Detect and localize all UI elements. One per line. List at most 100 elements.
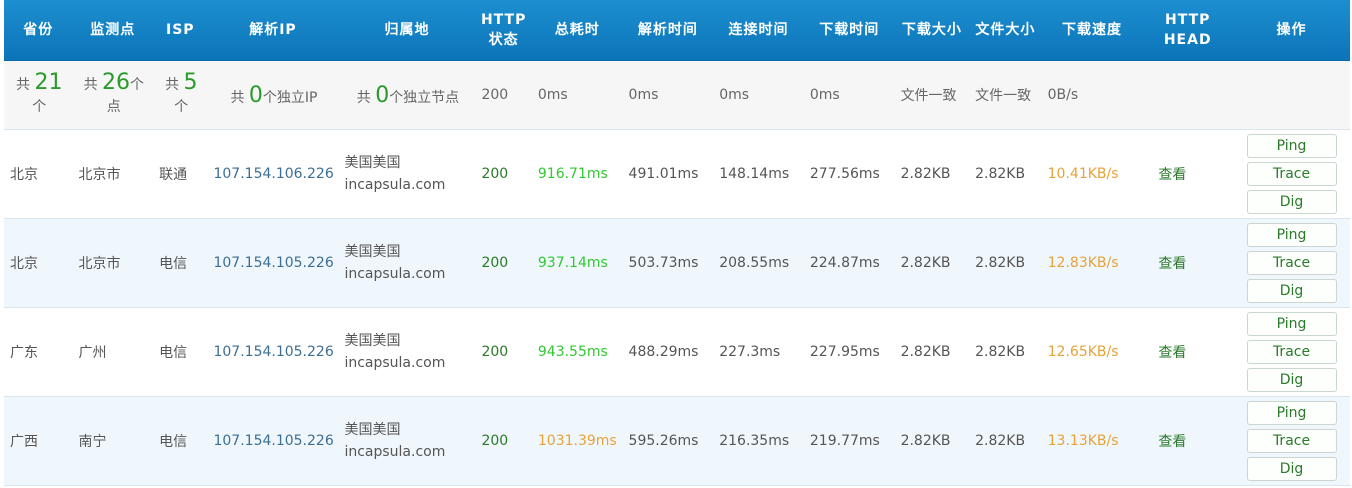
summary-province: 共 21 个	[4, 60, 73, 130]
cell-file-size: 2.82KB	[969, 307, 1042, 397]
cell-resolve-time: 503.73ms	[622, 218, 714, 308]
header-isp: ISP	[153, 0, 208, 61]
cell-actions: Ping Trace Dig	[1233, 307, 1350, 397]
ping-button[interactable]: Ping	[1246, 134, 1337, 158]
header-download-size: 下载大小	[894, 0, 970, 61]
cell-download-size: 2.82KB	[894, 129, 970, 219]
cell-isp: 联通	[153, 129, 208, 219]
cell-connect-time: 227.3ms	[713, 307, 804, 397]
cell-download-time: 277.56ms	[803, 129, 895, 219]
cell-resolve-time: 595.26ms	[622, 396, 714, 486]
summary-node: 共 0个独立节点	[338, 60, 476, 130]
table-row: 北京 北京市 电信 107.154.105.226 美国美国 incapsula.com 2…	[4, 218, 1350, 308]
summary-file-size: 文件一致	[969, 60, 1042, 130]
header-download-time: 下载时间	[803, 0, 895, 61]
location-org: incapsula.com	[344, 266, 446, 282]
header-file-size: 文件大小	[969, 0, 1042, 61]
header-connect-time: 连接时间	[713, 0, 804, 61]
header-actions: 操作	[1233, 0, 1350, 61]
location-org: incapsula.com	[344, 444, 446, 460]
cell-isp: 电信	[153, 307, 208, 397]
summary-actions	[1233, 60, 1350, 130]
cell-http-status: 200	[475, 307, 532, 397]
cell-total-time: 937.14ms	[531, 218, 623, 308]
cell-download-size: 2.82KB	[894, 307, 970, 397]
cell-location: 美国美国 incapsula.com	[338, 129, 476, 219]
header-download-speed: 下载速度	[1041, 0, 1143, 61]
summary-ip: 共 0个独立IP	[207, 60, 339, 130]
cell-total-time: 943.55ms	[531, 307, 623, 397]
cell-total-time: 1031.39ms	[531, 396, 623, 486]
cell-monitor: 北京市	[72, 218, 154, 308]
dig-button[interactable]: Dig	[1246, 190, 1337, 214]
cell-file-size: 2.82KB	[969, 396, 1042, 486]
header-resolve-time: 解析时间	[622, 0, 714, 61]
cell-http-status: 200	[475, 218, 532, 308]
location-country: 美国美国	[344, 244, 401, 260]
cell-isp: 电信	[153, 396, 208, 486]
location-org: incapsula.com	[344, 355, 446, 371]
summary-isp: 共 5 个	[153, 60, 208, 130]
dig-button[interactable]: Dig	[1246, 368, 1337, 392]
dig-button[interactable]: Dig	[1246, 457, 1337, 481]
dig-button[interactable]: Dig	[1246, 279, 1337, 303]
ping-button[interactable]: Ping	[1246, 312, 1337, 336]
cell-province: 广西	[4, 396, 73, 486]
cell-http-head: 查看	[1142, 307, 1234, 397]
header-resolved-ip: 解析IP	[207, 0, 339, 61]
summary-total-time: 0ms	[531, 60, 623, 130]
cell-ip: 107.154.105.226	[207, 218, 339, 308]
cell-province: 广东	[4, 307, 73, 397]
ping-button[interactable]: Ping	[1246, 401, 1337, 425]
location-country: 美国美国	[344, 422, 401, 438]
cell-file-size: 2.82KB	[969, 129, 1042, 219]
cell-location: 美国美国 incapsula.com	[338, 307, 476, 397]
location-country: 美国美国	[344, 333, 401, 349]
table-row: 北京 北京市 联通 107.154.106.226 美国美国 incapsula.com 2…	[4, 129, 1350, 219]
summary-connect-time: 0ms	[713, 60, 804, 130]
cell-isp: 电信	[153, 218, 208, 308]
header-location: 归属地	[338, 0, 476, 61]
summary-download-time: 0ms	[803, 60, 895, 130]
ping-button[interactable]: Ping	[1246, 223, 1337, 247]
trace-button[interactable]: Trace	[1246, 162, 1337, 186]
cell-ip: 107.154.105.226	[207, 396, 339, 486]
cell-http-head: 查看	[1142, 218, 1234, 308]
cell-download-time: 224.87ms	[803, 218, 895, 308]
cell-resolve-time: 491.01ms	[622, 129, 714, 219]
cell-ip: 107.154.105.226	[207, 307, 339, 397]
summary-monitor: 共 26个点	[72, 60, 154, 130]
table-row: 广西 南宁 电信 107.154.105.226 美国美国 incapsula.com 20…	[4, 396, 1350, 486]
location-org: incapsula.com	[344, 177, 446, 193]
view-head-link[interactable]: 查看	[1158, 345, 1186, 361]
cell-file-size: 2.82KB	[969, 218, 1042, 308]
cell-download-speed: 12.65KB/s	[1041, 307, 1143, 397]
cell-http-status: 200	[475, 396, 532, 486]
summary-row: 共 21 个 共 26个点 共 5 个 共 0个独立IP 共 0个独立节点 20…	[4, 60, 1350, 130]
cell-monitor: 广州	[72, 307, 154, 397]
header-row: 省份 监测点 ISP 解析IP 归属地 HTTP状态 总耗时 解析时间 连接时间…	[4, 0, 1350, 61]
view-head-link[interactable]: 查看	[1158, 167, 1186, 183]
header-http-status: HTTP状态	[475, 0, 532, 61]
trace-button[interactable]: Trace	[1246, 340, 1337, 364]
cell-download-speed: 12.83KB/s	[1041, 218, 1143, 308]
cell-actions: Ping Trace Dig	[1233, 129, 1350, 219]
header-http-head: HTTP HEAD	[1142, 0, 1234, 61]
view-head-link[interactable]: 查看	[1158, 434, 1186, 450]
cell-download-size: 2.82KB	[894, 218, 970, 308]
cell-location: 美国美国 incapsula.com	[338, 396, 476, 486]
trace-button[interactable]: Trace	[1246, 429, 1337, 453]
cell-total-time: 916.71ms	[531, 129, 623, 219]
table-row: 广东 广州 电信 107.154.105.226 美国美国 incapsula.com 20…	[4, 307, 1350, 397]
trace-button[interactable]: Trace	[1246, 251, 1337, 275]
cell-http-status: 200	[475, 129, 532, 219]
cell-download-size: 2.82KB	[894, 396, 970, 486]
cell-download-time: 227.95ms	[803, 307, 895, 397]
summary-download-speed: 0B/s	[1041, 60, 1143, 130]
view-head-link[interactable]: 查看	[1158, 256, 1186, 272]
speed-test-table: 省份 监测点 ISP 解析IP 归属地 HTTP状态 总耗时 解析时间 连接时间…	[4, 0, 1350, 486]
cell-location: 美国美国 incapsula.com	[338, 218, 476, 308]
header-monitor: 监测点	[72, 0, 154, 61]
cell-download-speed: 10.41KB/s	[1041, 129, 1143, 219]
cell-http-head: 查看	[1142, 129, 1234, 219]
